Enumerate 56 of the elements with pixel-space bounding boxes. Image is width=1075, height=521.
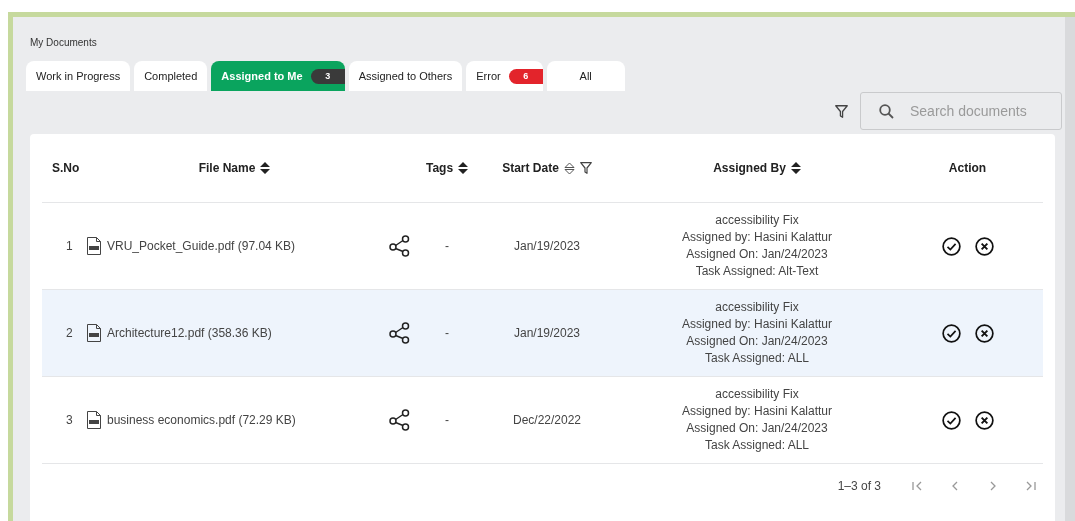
- column-header: S.No: [52, 161, 80, 175]
- reject-icon[interactable]: [974, 323, 994, 343]
- column-header: File Name: [198, 161, 256, 175]
- filter-icon[interactable]: [835, 104, 848, 118]
- pdf-file-icon: [87, 411, 101, 429]
- table-row[interactable]: 2 Architecture12.pdf (358.36 KB) - Jan/19/2023 accessibility Fix Assigned by: Hasini Kalattur Assigned On: Jan/24/2023 Task Assigned: ALL: [42, 290, 1043, 377]
- tags-cell: -: [445, 413, 449, 427]
- scrollbar[interactable]: [1065, 17, 1075, 521]
- tab[interactable]: Assigned to Others: [348, 61, 463, 91]
- start-date: Jan/19/2023: [513, 326, 581, 340]
- accept-icon[interactable]: [941, 323, 961, 343]
- tab[interactable]: Error 6: [466, 61, 543, 91]
- sort-icon[interactable]: [790, 162, 801, 174]
- tab[interactable]: All: [546, 61, 625, 91]
- tab[interactable]: Completed: [134, 61, 208, 91]
- count-badge: 3: [310, 68, 345, 84]
- column-header: Action: [948, 161, 987, 175]
- accept-icon[interactable]: [941, 236, 961, 256]
- assignment-details: accessibility Fix Assigned by: Hasini Kalattur Assigned On: Jan/24/2023 Task Assigned: ALL: [680, 386, 834, 454]
- row-number: 3: [66, 413, 73, 427]
- reject-icon[interactable]: [974, 236, 994, 256]
- search-input[interactable]: Search documents: [908, 102, 1052, 120]
- search-icon: [879, 103, 894, 119]
- share-icon[interactable]: [388, 409, 411, 431]
- file-name: business economics.pdf (72.29 KB): [107, 413, 296, 427]
- tags-cell: -: [445, 239, 449, 253]
- tab[interactable]: Assigned to Me 3: [211, 61, 345, 91]
- pdf-file-icon: [87, 237, 101, 255]
- sort-icon[interactable]: [563, 161, 575, 175]
- sort-icon[interactable]: [458, 162, 469, 174]
- count-badge: 6: [508, 68, 543, 84]
- page-title: My Documents: [30, 37, 98, 50]
- first-page-button[interactable]: [911, 480, 923, 492]
- last-page-button[interactable]: [1025, 480, 1037, 492]
- assignment-details: accessibility Fix Assigned by: Hasini Kalattur Assigned On: Jan/24/2023 Task Assigned: ALL: [680, 299, 834, 367]
- start-date: Jan/19/2023: [513, 239, 581, 253]
- pdf-file-icon: [87, 324, 101, 342]
- row-number: 2: [66, 326, 73, 340]
- column-header: Tags: [425, 161, 454, 175]
- tab[interactable]: Work in Progress: [26, 61, 131, 91]
- search-field[interactable]: Search documents: [860, 92, 1062, 130]
- start-date: Dec/22/2022: [512, 413, 582, 427]
- tags-cell: -: [445, 326, 449, 340]
- column-header: Assigned By: [713, 161, 786, 175]
- assignment-details: accessibility Fix Assigned by: Hasini Kalattur Assigned On: Jan/24/2023 Task Assigned: Alt-Text: [680, 212, 834, 280]
- filter-icon[interactable]: [579, 162, 592, 174]
- page-range: 1–3 of 3: [837, 479, 881, 493]
- share-icon[interactable]: [388, 322, 411, 344]
- file-name: Architecture12.pdf (358.36 KB): [107, 326, 272, 340]
- share-icon[interactable]: [388, 235, 411, 257]
- reject-icon[interactable]: [974, 410, 994, 430]
- column-header: Start Date: [502, 161, 559, 175]
- sort-icon[interactable]: [260, 162, 271, 174]
- row-number: 1: [66, 239, 73, 253]
- accept-icon[interactable]: [941, 410, 961, 430]
- file-name: VRU_Pocket_Guide.pdf (97.04 KB): [107, 239, 296, 253]
